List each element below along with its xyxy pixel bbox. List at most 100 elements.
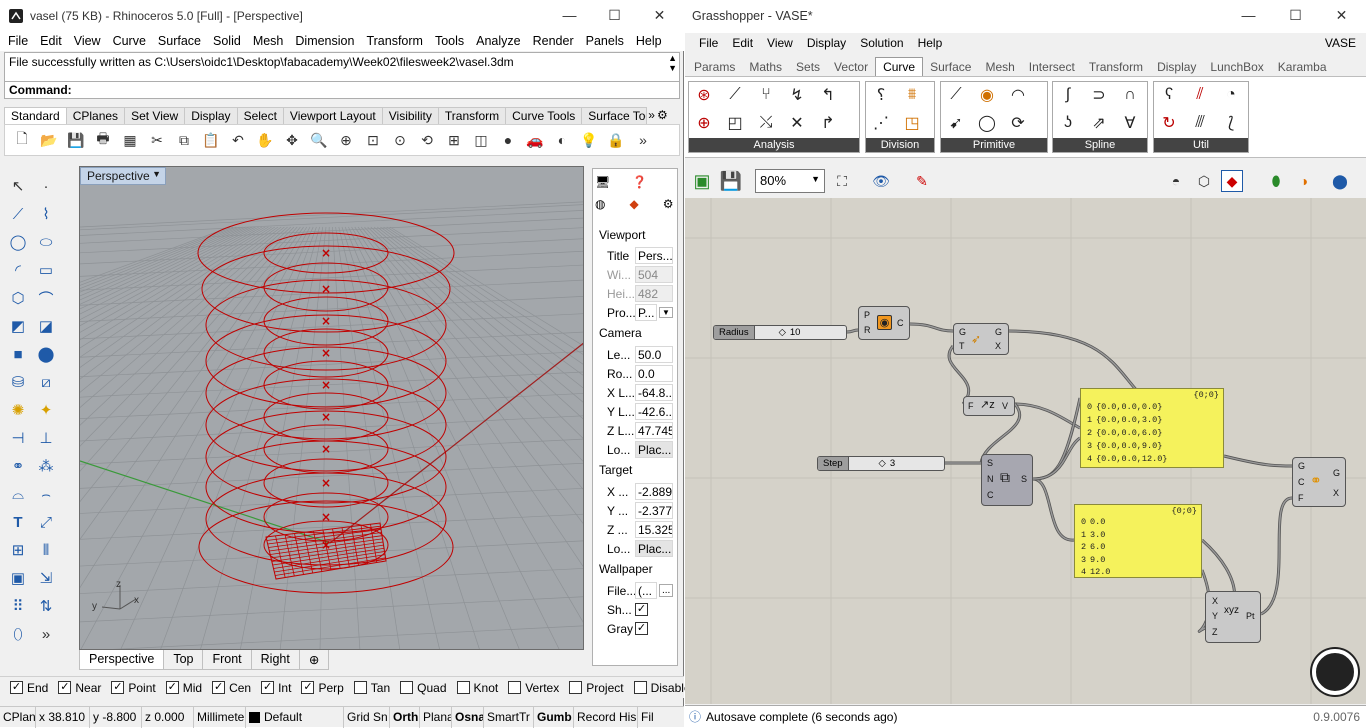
curvature-icon[interactable]: ↯	[786, 84, 808, 106]
gh-menu-file[interactable]: File	[685, 36, 725, 50]
ellipse-icon[interactable]: ⬭	[35, 231, 57, 253]
osnap-cen[interactable]: ✓ Cen	[212, 681, 251, 695]
rectangle-icon[interactable]: ▭	[35, 259, 57, 281]
polygon-icon[interactable]: ⬡	[7, 287, 29, 309]
light-icon[interactable]: ✺	[7, 399, 29, 421]
cut-icon[interactable]: ✂	[146, 129, 168, 151]
discontinuity-icon[interactable]: ↱	[817, 112, 839, 134]
osnap-checkbox[interactable]	[456, 681, 470, 694]
zoom-select[interactable]: 80% ▼	[755, 169, 825, 193]
cylinder-icon[interactable]: ⛁	[7, 371, 29, 393]
print-icon[interactable]: 🖶	[92, 129, 114, 151]
menu-edit[interactable]: Edit	[34, 34, 68, 48]
osnap-checkbox[interactable]	[400, 681, 414, 694]
gh-tab-maths[interactable]: Maths	[742, 58, 789, 76]
prop-yloc-value[interactable]: -42.6...	[635, 403, 673, 420]
arc-sed-icon[interactable]: ⟳	[1007, 112, 1029, 134]
gh-tab-intersect[interactable]: Intersect	[1022, 58, 1082, 76]
arc-icon[interactable]: ◜	[7, 259, 29, 281]
osnap-near[interactable]: ✓ Near	[58, 681, 101, 695]
extrude-surface-icon[interactable]: ◪	[35, 315, 57, 337]
status-gumball[interactable]: Gumb	[534, 706, 574, 728]
curve-nearest-icon[interactable]: ⤯	[755, 112, 777, 134]
preview-selected-icon[interactable]: ◆	[1221, 170, 1243, 192]
display-panel-icon[interactable]: 🖥	[595, 175, 610, 189]
construct-point-component[interactable]: X Y Z xyz Pt	[1205, 591, 1261, 643]
status-units[interactable]: Millimete	[194, 706, 246, 728]
tab-set-view[interactable]: Set View	[124, 107, 186, 124]
gh-tab-curve[interactable]: Curve	[875, 57, 924, 76]
gh-close-button[interactable]: ✕	[1319, 0, 1364, 30]
osnap-checkbox[interactable]: ✓	[301, 681, 315, 694]
gh-tab-vector[interactable]: Vector	[827, 58, 875, 76]
trim-icon[interactable]: ⊣	[7, 427, 29, 449]
render-car-icon[interactable]: 🚗	[524, 129, 546, 151]
move-component[interactable]: G T ➶ G X	[953, 323, 1009, 355]
text-icon[interactable]: T	[7, 511, 29, 533]
point-icon[interactable]: ·	[35, 175, 57, 197]
bezier-icon[interactable]: ʖ	[1057, 112, 1079, 134]
chamfer-icon[interactable]: ⌢	[35, 483, 57, 505]
menu-panels[interactable]: Panels	[580, 34, 630, 48]
osnap-checkbox[interactable]: ✓	[111, 681, 125, 694]
offset-icon[interactable]: ↻	[1158, 112, 1180, 134]
osnap-int[interactable]: ✓ Int	[261, 681, 291, 695]
tab-display[interactable]: Display	[184, 107, 238, 124]
viewport-title[interactable]: Perspective ▼	[80, 167, 166, 185]
menu-transform[interactable]: Transform	[360, 34, 429, 48]
extend-icon[interactable]: ⟅	[1220, 112, 1242, 134]
menu-tools[interactable]: Tools	[429, 34, 470, 48]
osnap-knot[interactable]: Knot	[456, 681, 498, 695]
show-checkbox[interactable]: ✓	[635, 603, 648, 616]
prop-zloc-value[interactable]: 47.745	[635, 422, 673, 439]
scroll-arrows-icon[interactable]: ▲ ▼	[668, 53, 677, 73]
osnap-checkbox[interactable]	[569, 681, 583, 694]
nurbs-icon[interactable]: ⊃	[1088, 84, 1110, 106]
interpolate-icon[interactable]: ∫	[1057, 84, 1079, 106]
bake-icon[interactable]: ⬮	[1265, 170, 1287, 192]
curve-closest-icon[interactable]: ⟋	[724, 84, 746, 106]
sphere-icon[interactable]: ⬤	[35, 343, 57, 365]
zoom-window-icon[interactable]: ⊕	[335, 129, 357, 151]
gray-checkbox[interactable]: ✓	[635, 622, 648, 635]
osnap-end[interactable]: ✓ End	[10, 681, 48, 695]
menu-mesh[interactable]: Mesh	[247, 34, 290, 48]
expand-tools-icon[interactable]: »	[35, 623, 57, 645]
light-bulb-icon[interactable]: 💡	[578, 129, 600, 151]
gh-tab-params[interactable]: Params	[687, 58, 742, 76]
pan-hand-icon[interactable]: ✋	[254, 129, 276, 151]
points-panel[interactable]: {0;0} 0 {0.0,0.0,0.0} 1 {0.0,0.0,3.0} 2 {0.…	[1080, 388, 1224, 468]
preview-wire-icon[interactable]: ⬡	[1193, 170, 1215, 192]
select-arrow-icon[interactable]: ↖	[7, 175, 29, 197]
osnap-checkbox[interactable]: ✓	[10, 681, 23, 694]
gh-tab-transform[interactable]: Transform	[1082, 58, 1150, 76]
split-icon[interactable]: ⊥	[35, 427, 57, 449]
status-layer[interactable]: Default	[246, 706, 344, 728]
gh-document-name[interactable]: VASE	[1318, 36, 1366, 50]
arc-icon[interactable]: ◠	[1007, 84, 1029, 106]
lock-icon[interactable]: 🔒	[605, 129, 627, 151]
status-ortho[interactable]: Orth	[390, 706, 420, 728]
circle-3pt-icon[interactable]: ◯	[976, 112, 998, 134]
preview-shaded-icon[interactable]: ◓	[1165, 170, 1187, 192]
menu-file[interactable]: File	[0, 34, 34, 48]
status-grid-snap[interactable]: Grid Sn	[344, 706, 390, 728]
block-icon[interactable]: ▣	[7, 567, 29, 589]
osnap-checkbox[interactable]: ✓	[212, 681, 226, 694]
status-cplane[interactable]: CPlan	[0, 706, 36, 728]
gh-menu-help[interactable]: Help	[911, 36, 950, 50]
gh-menu-display[interactable]: Display	[800, 36, 853, 50]
osnap-checkbox[interactable]: ✓	[165, 681, 179, 694]
osnap-checkbox[interactable]: ✓	[58, 681, 72, 694]
color-wheel-icon[interactable]: ◍	[595, 197, 605, 211]
gh-tab-karamba[interactable]: Karamba	[1271, 58, 1334, 76]
maximize-button[interactable]: ☐	[592, 0, 637, 30]
series-component[interactable]: S N C ⧉ S	[981, 454, 1033, 506]
osnap-checkbox[interactable]	[633, 681, 647, 694]
boolean-icon[interactable]: ⚭	[7, 455, 29, 477]
help-panel-icon[interactable]: ❓	[632, 175, 647, 189]
material-ball-icon[interactable]: ◑	[1293, 170, 1315, 192]
prop-target-y-value[interactable]: -2.377	[635, 502, 673, 519]
analyze-icon[interactable]: ⇲	[35, 567, 57, 589]
place-camera-button[interactable]: Plac...	[635, 441, 673, 458]
